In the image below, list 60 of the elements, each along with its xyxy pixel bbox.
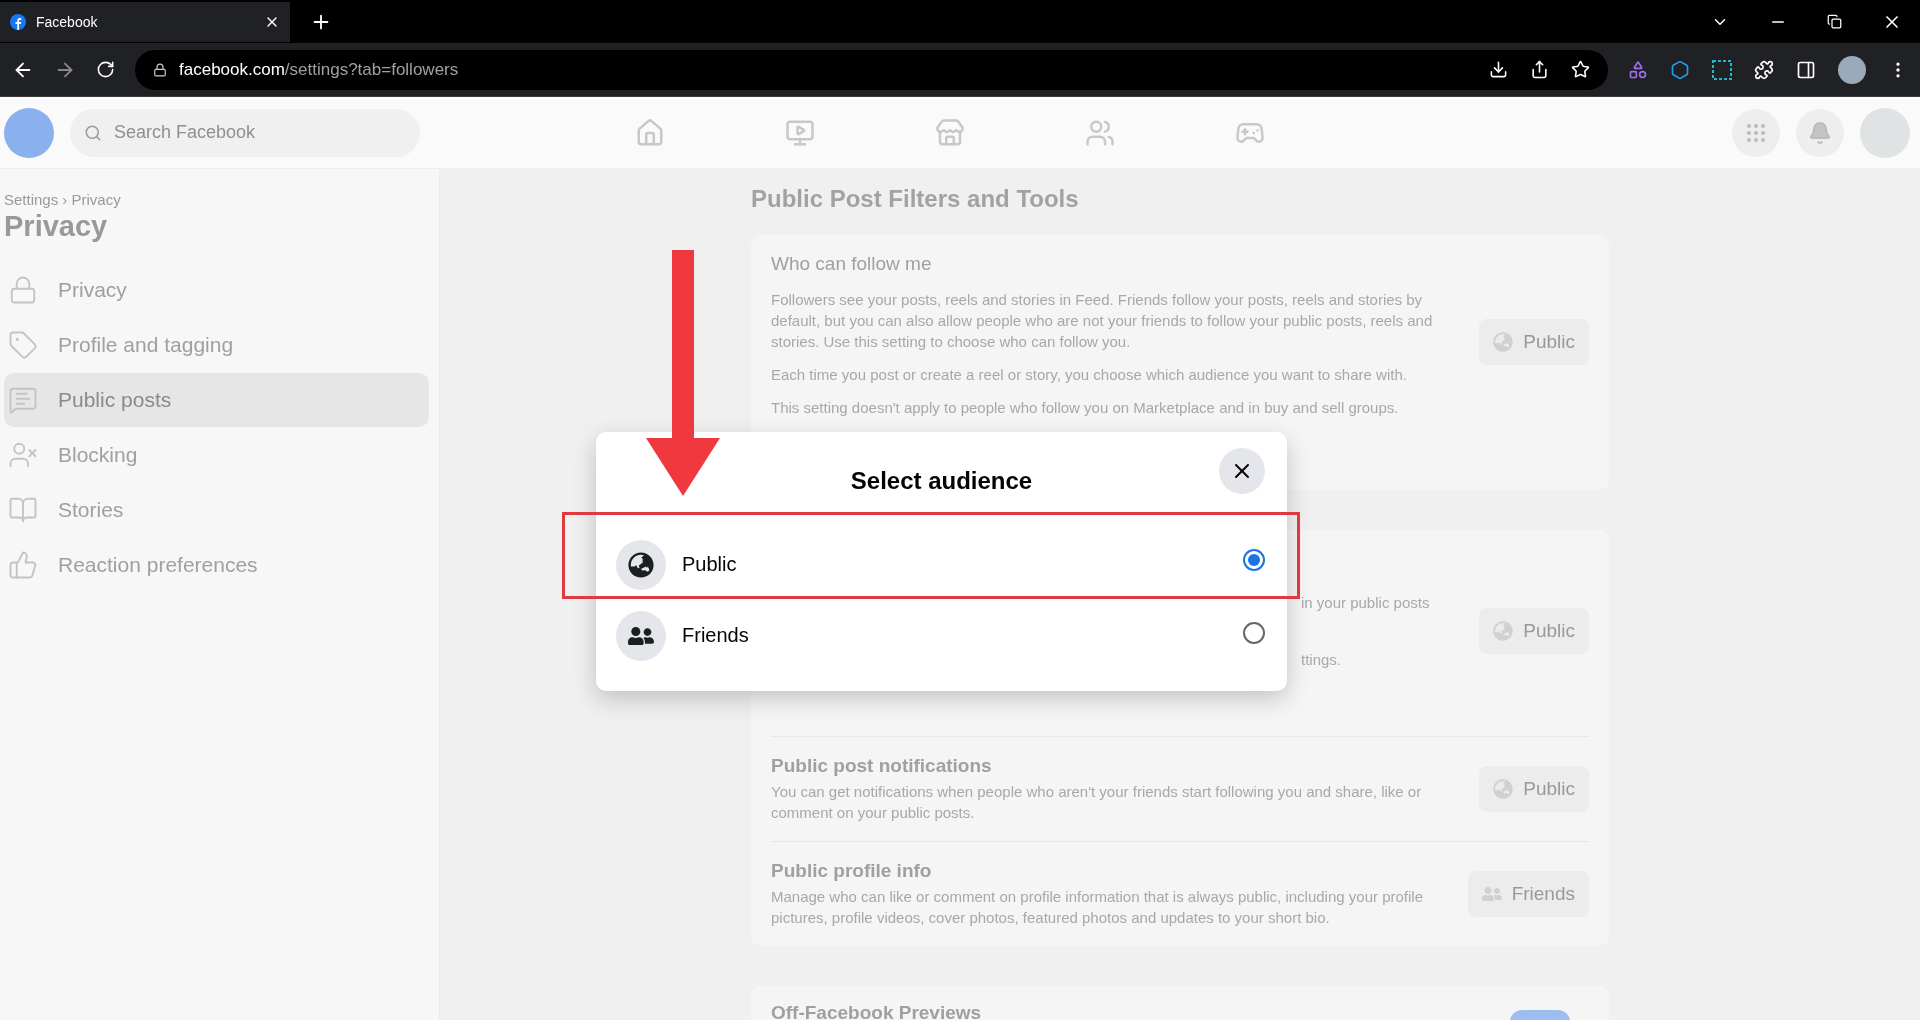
setting-description: You can get notifications when people who aren't your friends start following you and share, like or comment on your public posts. (771, 782, 1423, 823)
sidebar-item[interactable]: Reaction preferences (4, 538, 429, 592)
audience-option[interactable]: Public (596, 529, 1287, 600)
side-panel-icon[interactable] (1796, 59, 1816, 80)
setting-description: in your public posts (1301, 593, 1431, 613)
tab-title: Facebook (36, 13, 99, 30)
sidebar-item[interactable]: Stories (4, 483, 429, 537)
star-icon[interactable] (1571, 60, 1590, 79)
puzzle-icon[interactable] (1754, 59, 1774, 80)
setting-title: Public profile info (771, 860, 933, 882)
browser-tab[interactable]: Facebook (0, 1, 290, 42)
setting-description: Each time you post or create a reel or story, you choose which audience you want to share with. (771, 365, 1408, 385)
globe-icon (1493, 779, 1514, 799)
search-field[interactable]: Search Facebook (70, 108, 420, 157)
search-icon (84, 123, 102, 142)
close-button[interactable] (1219, 448, 1265, 494)
bell-icon (1808, 120, 1832, 145)
card-title: Off-Facebook Previews (771, 1002, 982, 1020)
block-icon (8, 440, 38, 470)
reaction-icon (8, 550, 38, 580)
sidebar-item[interactable]: Public posts (4, 373, 429, 427)
share-icon[interactable] (1530, 60, 1549, 79)
setting-title: Public post notifications (771, 755, 993, 777)
sidebar-item[interactable]: Profile and tagging (4, 318, 429, 372)
people-icon (1481, 884, 1502, 904)
sidebar-item[interactable]: Blocking (4, 428, 429, 482)
download-icon[interactable] (1489, 60, 1508, 79)
posts-icon (8, 385, 38, 415)
reload-icon[interactable] (96, 60, 115, 79)
tag-icon (8, 330, 38, 360)
radio-button[interactable] (1243, 621, 1265, 644)
address-bar[interactable]: facebook.com/settings?tab=followers (135, 49, 1608, 90)
url-text: facebook.com/settings?tab=followers (179, 59, 459, 80)
audience-button[interactable]: Public (1479, 318, 1589, 365)
setting-description: This setting doesn't apply to people who follow you on Marketplace and in buy and sell groups. (771, 398, 1400, 418)
radio-button[interactable] (1243, 548, 1265, 571)
audience-button[interactable]: Public (1479, 766, 1589, 812)
audience-button[interactable]: Friends (1467, 871, 1589, 917)
dialog-title: Select audience (850, 466, 1033, 495)
audience-button[interactable]: Public (1479, 608, 1589, 654)
setting-title: Who can follow me (771, 253, 933, 275)
setting-description: Followers see your posts, reels and stories in Feed. Friends follow your posts, reels and stories by default, but you can also allow people who are not your friends to follow your public posts, reels and stories. Use this setting to choose who can follow you. (771, 290, 1434, 352)
setting-description: ttings. (1301, 650, 1343, 670)
lock-icon (8, 275, 38, 305)
audience-option[interactable]: Friends (596, 600, 1287, 671)
book-icon (8, 495, 38, 525)
lock-icon (153, 62, 167, 77)
setting-description: Manage who can like or comment on profile information that is always public, including your profile pictures, profile videos, cover photos, featured photos and updates to your short bio. (771, 887, 1424, 928)
sidebar-item[interactable]: Privacy (4, 263, 429, 317)
sidebar-title: Privacy (4, 210, 109, 243)
facebook-logo-icon (10, 13, 26, 30)
globe-icon (1493, 621, 1514, 641)
globe-icon (616, 539, 666, 590)
restore-icon[interactable] (1827, 14, 1842, 29)
section-heading: Public Post Filters and Tools (751, 185, 1080, 213)
breadcrumb[interactable]: Settings › Privacy (4, 191, 429, 208)
globe-icon (1493, 331, 1514, 352)
profile-avatar[interactable] (1838, 55, 1866, 84)
extension-square-icon[interactable] (1712, 59, 1732, 80)
people-icon (616, 610, 666, 661)
